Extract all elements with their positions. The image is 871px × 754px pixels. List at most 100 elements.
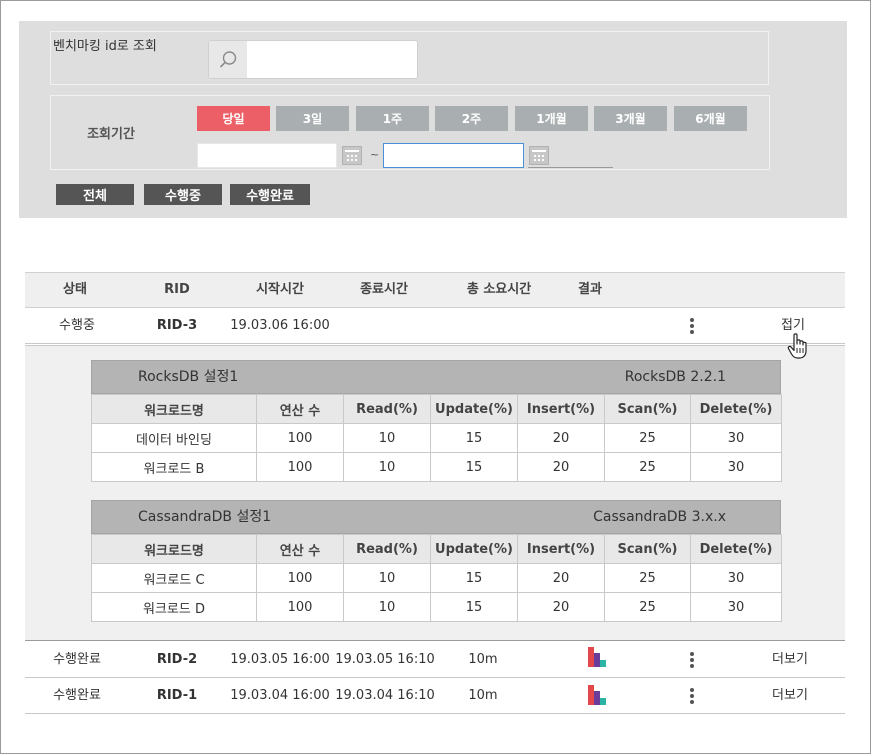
header-start-time: 시작시간 — [256, 282, 304, 297]
table-row[interactable]: 수행완료 RID-2 19.03.05 16:00 19.03.05 16:10… — [25, 642, 845, 678]
row-status: 수행완료 — [53, 652, 101, 667]
period-box: 조회기간 당일 3일 1주 2주 1개월 3개월 6개월 ~ — [50, 95, 770, 170]
workload-row: 데이터 바인딩 100 10 15 20 25 30 — [91, 423, 782, 453]
row-end-time: 19.03.04 16:10 — [335, 688, 435, 703]
id-search-box: 벤치마킹 id로 조회 — [50, 31, 769, 85]
col-insert: Insert(%) — [517, 394, 605, 424]
id-search-label: 벤치마킹 id로 조회 — [53, 39, 157, 54]
config-block-cassandradb: CassandraDB 설정1 CassandraDB 3.x.x 워크로드명 … — [91, 500, 782, 622]
col-delete: Delete(%) — [690, 534, 782, 564]
id-search-field[interactable] — [208, 40, 418, 79]
table-row[interactable]: 수행중 RID-3 19.03.06 16:00 접기 — [25, 308, 845, 344]
insert-pct: 20 — [517, 452, 605, 482]
id-search-input[interactable] — [247, 41, 417, 78]
config-header: RocksDB 설정1 RocksDB 2.2.1 — [91, 360, 781, 394]
update-pct: 15 — [430, 423, 518, 453]
filter-running-button[interactable]: 수행중 — [144, 184, 222, 205]
more-link[interactable]: 더보기 — [757, 642, 823, 677]
delete-pct: 30 — [690, 592, 782, 622]
config-name: CassandraDB 설정1 — [138, 509, 272, 525]
period-button-3days[interactable]: 3일 — [276, 106, 349, 131]
insert-pct: 20 — [517, 563, 605, 593]
config-version: CassandraDB 3.x.x — [593, 509, 726, 525]
more-vertical-icon[interactable] — [690, 688, 694, 704]
scan-pct: 25 — [604, 452, 691, 482]
row-start-time: 19.03.05 16:00 — [230, 652, 330, 667]
config-name: RocksDB 설정1 — [138, 369, 239, 385]
read-pct: 10 — [343, 452, 431, 482]
more-link[interactable]: 더보기 — [757, 678, 823, 713]
header-end-time: 종료시간 — [360, 282, 408, 297]
read-pct: 10 — [343, 563, 431, 593]
period-button-2weeks[interactable]: 2주 — [435, 106, 508, 131]
search-panel: 벤치마킹 id로 조회 조회기간 당일 3일 1주 2주 1개월 3개월 6개월… — [19, 21, 847, 218]
period-label: 조회기간 — [51, 96, 171, 169]
header-duration: 총 소요시간 — [466, 282, 532, 297]
bar-chart-icon[interactable] — [588, 647, 612, 667]
row-duration — [443, 308, 523, 343]
period-controls: 당일 3일 1주 2주 1개월 3개월 6개월 ~ — [171, 96, 769, 169]
row-duration: 10m — [468, 652, 498, 667]
workload-table: 워크로드명 연산 수 Read(%) Update(%) Insert(%) S… — [91, 394, 782, 482]
date-underline — [528, 167, 613, 168]
workload-name: 워크로드 C — [91, 563, 257, 593]
header-rid: RID — [164, 282, 190, 297]
read-pct: 10 — [343, 423, 431, 453]
workload-header-row: 워크로드명 연산 수 Read(%) Update(%) Insert(%) S… — [91, 534, 782, 564]
col-workload-name: 워크로드명 — [91, 394, 257, 424]
workload-row: 워크로드 C 100 10 15 20 25 30 — [91, 563, 782, 593]
bar-chart-icon[interactable] — [588, 685, 612, 705]
col-update: Update(%) — [430, 394, 518, 424]
row-start-time: 19.03.06 16:00 — [230, 318, 330, 333]
date-from-input[interactable] — [197, 143, 337, 168]
workload-row: 워크로드 B 100 10 15 20 25 30 — [91, 452, 782, 482]
period-button-1week[interactable]: 1주 — [356, 106, 429, 131]
scan-pct: 25 — [604, 563, 691, 593]
row-end-time: 19.03.05 16:10 — [335, 652, 435, 667]
delete-pct: 30 — [690, 563, 782, 593]
filter-done-button[interactable]: 수행완료 — [230, 184, 310, 205]
workload-row: 워크로드 D 100 10 15 20 25 30 — [91, 592, 782, 622]
col-workload-name: 워크로드명 — [91, 534, 257, 564]
filter-all-button[interactable]: 전체 — [56, 184, 134, 205]
config-header: CassandraDB 설정1 CassandraDB 3.x.x — [91, 500, 781, 534]
col-op-count: 연산 수 — [256, 394, 344, 424]
col-read: Read(%) — [343, 394, 431, 424]
row-duration: 10m — [468, 688, 498, 703]
scan-pct: 25 — [604, 592, 691, 622]
period-button-6months[interactable]: 6개월 — [674, 106, 747, 131]
workload-name: 데이터 바인딩 — [91, 423, 257, 453]
calendar-icon[interactable] — [342, 146, 362, 165]
row-status: 수행중 — [59, 318, 95, 333]
config-version: RocksDB 2.2.1 — [624, 369, 726, 385]
col-insert: Insert(%) — [517, 534, 605, 564]
config-block-rocksdb: RocksDB 설정1 RocksDB 2.2.1 워크로드명 연산 수 Rea… — [91, 360, 782, 482]
header-status: 상태 — [63, 282, 87, 297]
col-scan: Scan(%) — [604, 394, 691, 424]
op-count: 100 — [256, 563, 344, 593]
more-vertical-icon[interactable] — [690, 652, 694, 668]
workload-name: 워크로드 B — [91, 452, 257, 482]
period-button-3months[interactable]: 3개월 — [594, 106, 667, 131]
hand-pointer-icon — [787, 333, 807, 359]
col-read: Read(%) — [343, 534, 431, 564]
row-rid: RID-2 — [156, 652, 198, 667]
col-delete: Delete(%) — [690, 394, 782, 424]
workload-name: 워크로드 D — [91, 592, 257, 622]
calendar-icon[interactable] — [529, 146, 549, 165]
op-count: 100 — [256, 423, 344, 453]
insert-pct: 20 — [517, 592, 605, 622]
search-icon[interactable] — [209, 41, 247, 78]
op-count: 100 — [256, 592, 344, 622]
workload-header-row: 워크로드명 연산 수 Read(%) Update(%) Insert(%) S… — [91, 394, 782, 424]
table-row[interactable]: 수행완료 RID-1 19.03.04 16:00 19.03.04 16:10… — [25, 678, 845, 714]
period-button-1month[interactable]: 1개월 — [515, 106, 588, 131]
date-to-input[interactable] — [383, 143, 524, 168]
results-table-header: 상태 RID 시작시간 종료시간 총 소요시간 결과 — [25, 272, 845, 308]
col-scan: Scan(%) — [604, 534, 691, 564]
delete-pct: 30 — [690, 423, 782, 453]
period-button-today[interactable]: 당일 — [197, 106, 270, 131]
more-vertical-icon[interactable] — [690, 318, 694, 334]
update-pct: 15 — [430, 563, 518, 593]
row-rid: RID-3 — [156, 318, 198, 333]
